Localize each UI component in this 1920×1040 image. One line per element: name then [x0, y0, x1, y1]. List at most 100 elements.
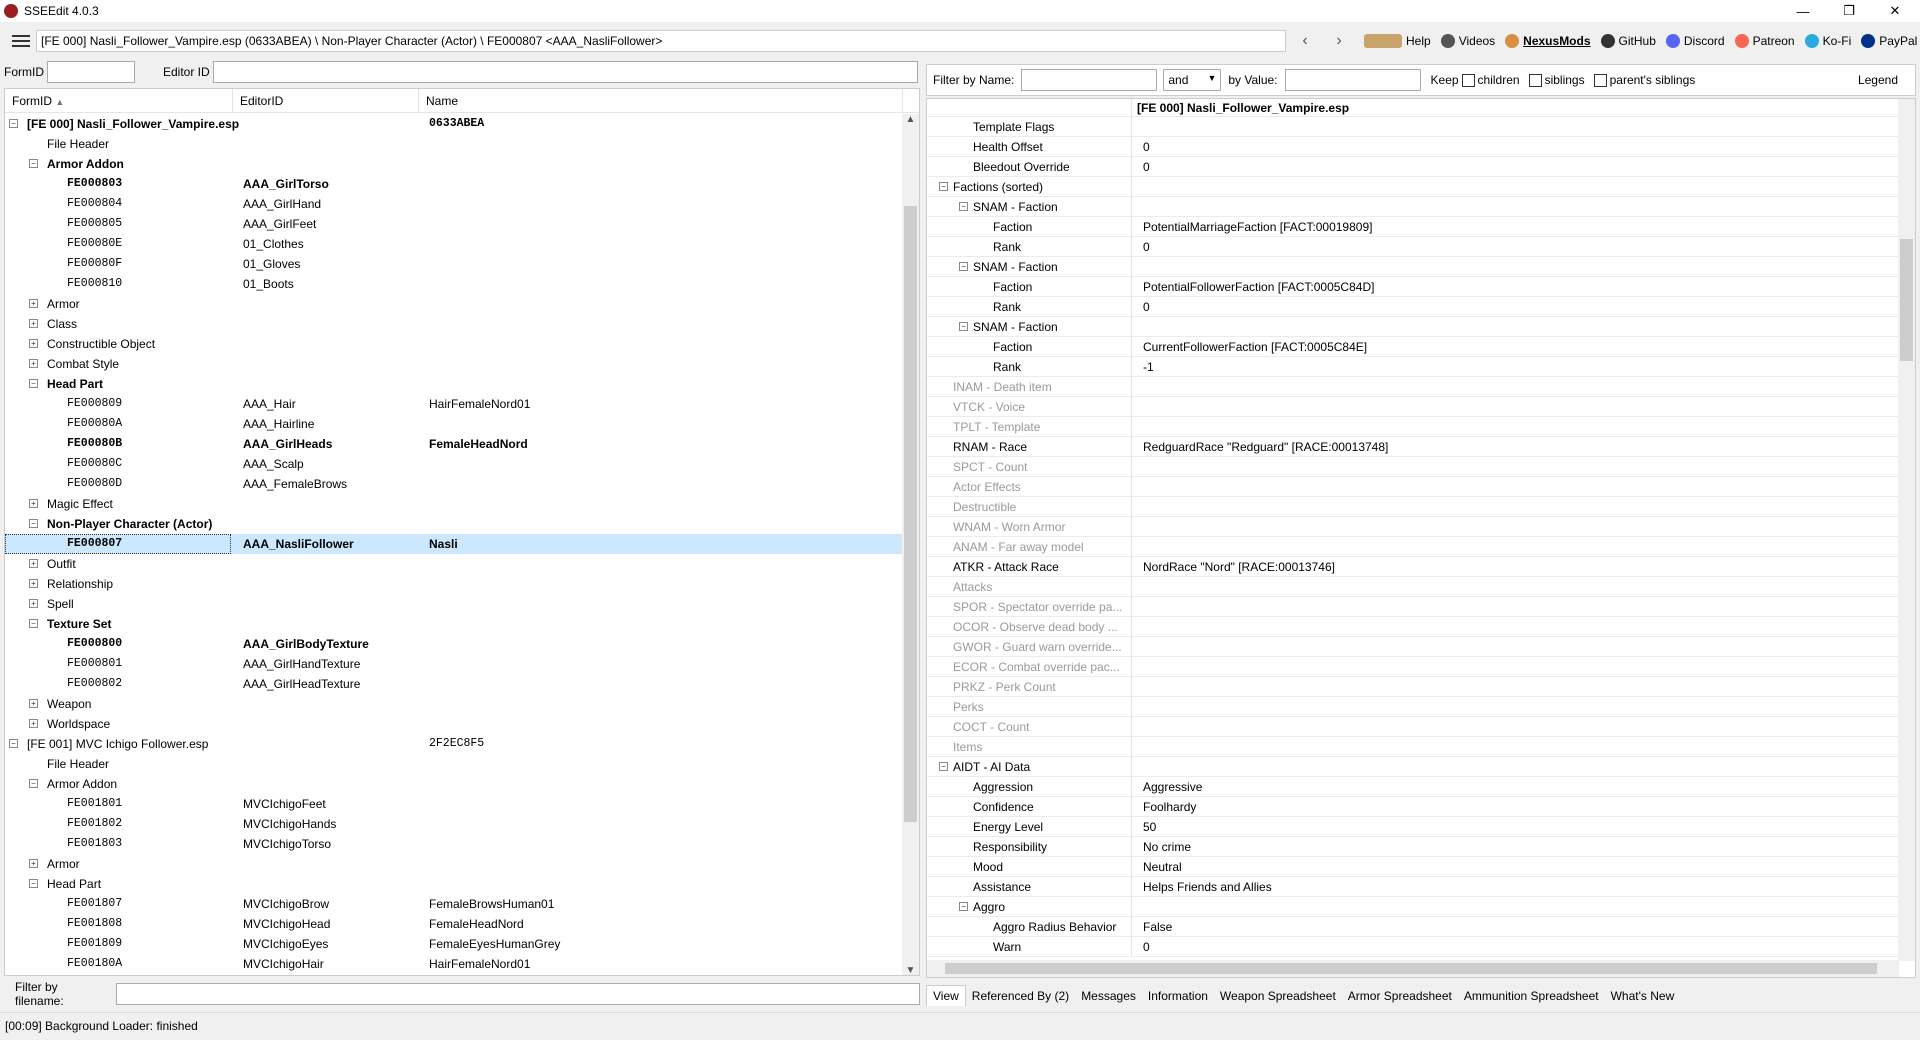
expand-icon[interactable]: + [29, 339, 38, 348]
collapse-icon[interactable]: − [29, 159, 38, 168]
link-ko-fi[interactable]: Ko-Fi [1804, 34, 1851, 48]
record-field-row[interactable]: TPLT - Template [927, 417, 1915, 437]
tree-record-row[interactable]: FE00180A MVCIchigoHair HairFemaleNord01 [5, 954, 903, 974]
column-formid[interactable]: FormID ▲ [5, 89, 233, 112]
expand-icon[interactable]: + [29, 599, 38, 608]
tree-record-row[interactable]: FE000805 AAA_GirlFeet [5, 214, 903, 234]
tree-record-row[interactable]: FE00080D AAA_FemaleBrows [5, 474, 903, 494]
field-value[interactable]: 0 [1143, 300, 1150, 314]
column-editorid[interactable]: EditorID [233, 89, 419, 112]
record-field-row[interactable]: − Factions (sorted) [927, 177, 1915, 197]
collapse-icon[interactable]: − [959, 322, 968, 331]
collapse-icon[interactable]: − [29, 619, 38, 628]
record-field-row[interactable]: VTCK - Voice [927, 397, 1915, 417]
tree-group-node[interactable]: − Head Part [5, 374, 903, 394]
link-videos[interactable]: Videos [1440, 34, 1495, 48]
tab-information[interactable]: Information [1142, 986, 1214, 1006]
tree-record-row[interactable]: FE00080B AAA_GirlHeads FemaleHeadNord [5, 434, 903, 454]
record-field-row[interactable]: Mood Neutral [927, 857, 1915, 877]
tree-group-node[interactable]: + Magic Effect [5, 494, 903, 514]
field-value[interactable]: 50 [1143, 820, 1156, 834]
link-nexusmods[interactable]: NexusMods [1505, 34, 1591, 48]
tree-group-node[interactable]: − Head Part [5, 874, 903, 894]
record-field-row[interactable]: Responsibility No crime [927, 837, 1915, 857]
tree-record-row[interactable]: FE000801 AAA_GirlHandTexture [5, 654, 903, 674]
tree-record-row[interactable]: FE000804 AAA_GirlHand [5, 194, 903, 214]
record-field-row[interactable]: Destructible [927, 497, 1915, 517]
record-field-row[interactable]: RNAM - Race RedguardRace "Redguard" [RACE… [927, 437, 1915, 457]
record-field-row[interactable]: ANAM - Far away model [927, 537, 1915, 557]
record-field-row[interactable]: Rank 0 [927, 237, 1915, 257]
record-field-row[interactable]: Items [927, 737, 1915, 757]
record-field-row[interactable]: − SNAM - Faction [927, 197, 1915, 217]
record-field-row[interactable]: − SNAM - Faction [927, 317, 1915, 337]
tree-group-node[interactable]: + Armor [5, 294, 903, 314]
tree-group-node[interactable]: + Outfit [5, 554, 903, 574]
tree-record-row[interactable]: FE001801 MVCIchigoFeet [5, 794, 903, 814]
record-field-row[interactable]: Rank -1 [927, 357, 1915, 377]
tab-referenced-by-2[interactable]: Referenced By (2) [966, 986, 1075, 1006]
record-field-row[interactable]: SPCT - Count [927, 457, 1915, 477]
tab-ammunition-spreadsheet[interactable]: Ammunition Spreadsheet [1458, 986, 1605, 1006]
expand-icon[interactable]: + [29, 559, 38, 568]
record-field-row[interactable]: Bleedout Override 0 [927, 157, 1915, 177]
record-path-field[interactable]: [FE 000] Nasli_Follower_Vampire.esp (063… [36, 30, 1286, 52]
scroll-up-icon[interactable]: ▲ [902, 114, 919, 125]
link-discord[interactable]: Discord [1665, 34, 1725, 48]
record-hscroll-thumb[interactable] [945, 963, 1877, 974]
tree-record-row[interactable]: FE000807 AAA_NasliFollower Nasli [5, 534, 903, 554]
tab-messages[interactable]: Messages [1075, 986, 1142, 1006]
record-field-row[interactable]: Energy Level 50 [927, 817, 1915, 837]
record-field-row[interactable]: GWOR - Guard warn override... [927, 637, 1915, 657]
field-value[interactable]: Foolhardy [1143, 800, 1196, 814]
record-field-row[interactable]: Template Flags [927, 117, 1915, 137]
link-paypal[interactable]: PayPal [1861, 34, 1917, 48]
expand-icon[interactable]: + [29, 319, 38, 328]
tree-file-node[interactable]: − [FE 000] Nasli_Follower_Vampire.esp 0633… [5, 114, 903, 134]
editorid-input[interactable] [212, 61, 918, 83]
tree-record-row[interactable]: FE00080A AAA_Hairline [5, 414, 903, 434]
record-field-row[interactable]: ECOR - Combat override pac... [927, 657, 1915, 677]
filename-filter-input[interactable] [115, 983, 920, 1005]
tree-record-row[interactable]: FE000802 AAA_GirlHeadTexture [5, 674, 903, 694]
field-value[interactable]: PotentialMarriageFaction [FACT:00019809] [1143, 220, 1372, 234]
tree-group-node[interactable]: File Header [5, 754, 903, 774]
collapse-icon[interactable]: − [9, 739, 18, 748]
tree-record-row[interactable]: FE001807 MVCIchigoBrow FemaleBrowsHuman01 [5, 894, 903, 914]
tree-group-node[interactable]: + Worldspace [5, 714, 903, 734]
filter-name-input[interactable] [1021, 69, 1158, 91]
record-field-row[interactable]: Rank 0 [927, 297, 1915, 317]
record-field-row[interactable]: PRKZ - Perk Count [927, 677, 1915, 697]
record-field-row[interactable]: ATKR - Attack Race NordRace "Nord" [RACE:… [927, 557, 1915, 577]
collapse-icon[interactable]: − [29, 519, 38, 528]
field-value[interactable]: False [1143, 920, 1172, 934]
collapse-icon[interactable]: − [9, 119, 18, 128]
tree-group-node[interactable]: + Spell [5, 594, 903, 614]
expand-icon[interactable]: + [29, 499, 38, 508]
record-field-row[interactable]: Aggression Aggressive [927, 777, 1915, 797]
menu-icon[interactable] [8, 28, 34, 54]
record-scrollbar[interactable] [1898, 99, 1915, 961]
tree-group-node[interactable]: − Non-Player Character (Actor) [5, 514, 903, 534]
field-value[interactable]: Aggressive [1143, 780, 1202, 794]
record-field-row[interactable]: Warn 0 [927, 937, 1915, 957]
expand-icon[interactable]: + [29, 579, 38, 588]
tree-group-node[interactable]: + Weapon [5, 694, 903, 714]
record-field-row[interactable]: − SNAM - Faction [927, 257, 1915, 277]
close-button[interactable]: ✕ [1872, 0, 1918, 22]
tree-record-row[interactable]: FE000810 01_Boots [5, 274, 903, 294]
field-value[interactable]: Neutral [1143, 860, 1182, 874]
tab-armor-spreadsheet[interactable]: Armor Spreadsheet [1342, 986, 1458, 1006]
field-value[interactable]: No crime [1143, 840, 1191, 854]
record-field-row[interactable]: WNAM - Worn Armor [927, 517, 1915, 537]
record-field-row[interactable]: Faction PotentialFollowerFaction [FACT:00… [927, 277, 1915, 297]
record-field-row[interactable]: Faction PotentialMarriageFaction [FACT:00… [927, 217, 1915, 237]
tree-file-node[interactable]: − [FE 001] MVC Ichigo Follower.esp 2F2EC8F… [5, 734, 903, 754]
record-field-row[interactable]: − AIDT - AI Data [927, 757, 1915, 777]
record-field-row[interactable]: Faction CurrentFollowerFaction [FACT:0005… [927, 337, 1915, 357]
tab-view[interactable]: View [926, 985, 966, 1006]
field-value[interactable]: 0 [1143, 940, 1150, 954]
parents-siblings-checkbox[interactable] [1593, 73, 1607, 87]
collapse-icon[interactable]: − [939, 182, 948, 191]
children-checkbox[interactable] [1461, 73, 1475, 87]
